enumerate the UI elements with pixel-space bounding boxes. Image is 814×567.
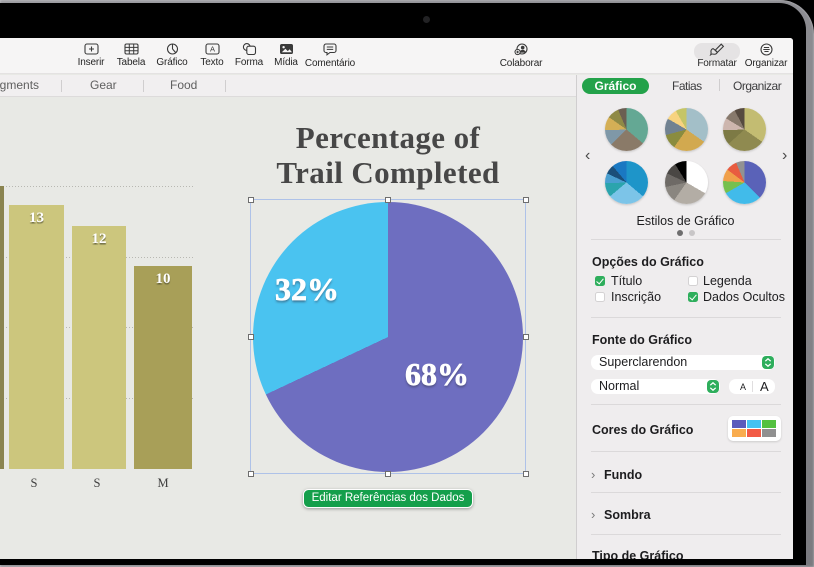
svg-text:A: A [209,45,214,54]
